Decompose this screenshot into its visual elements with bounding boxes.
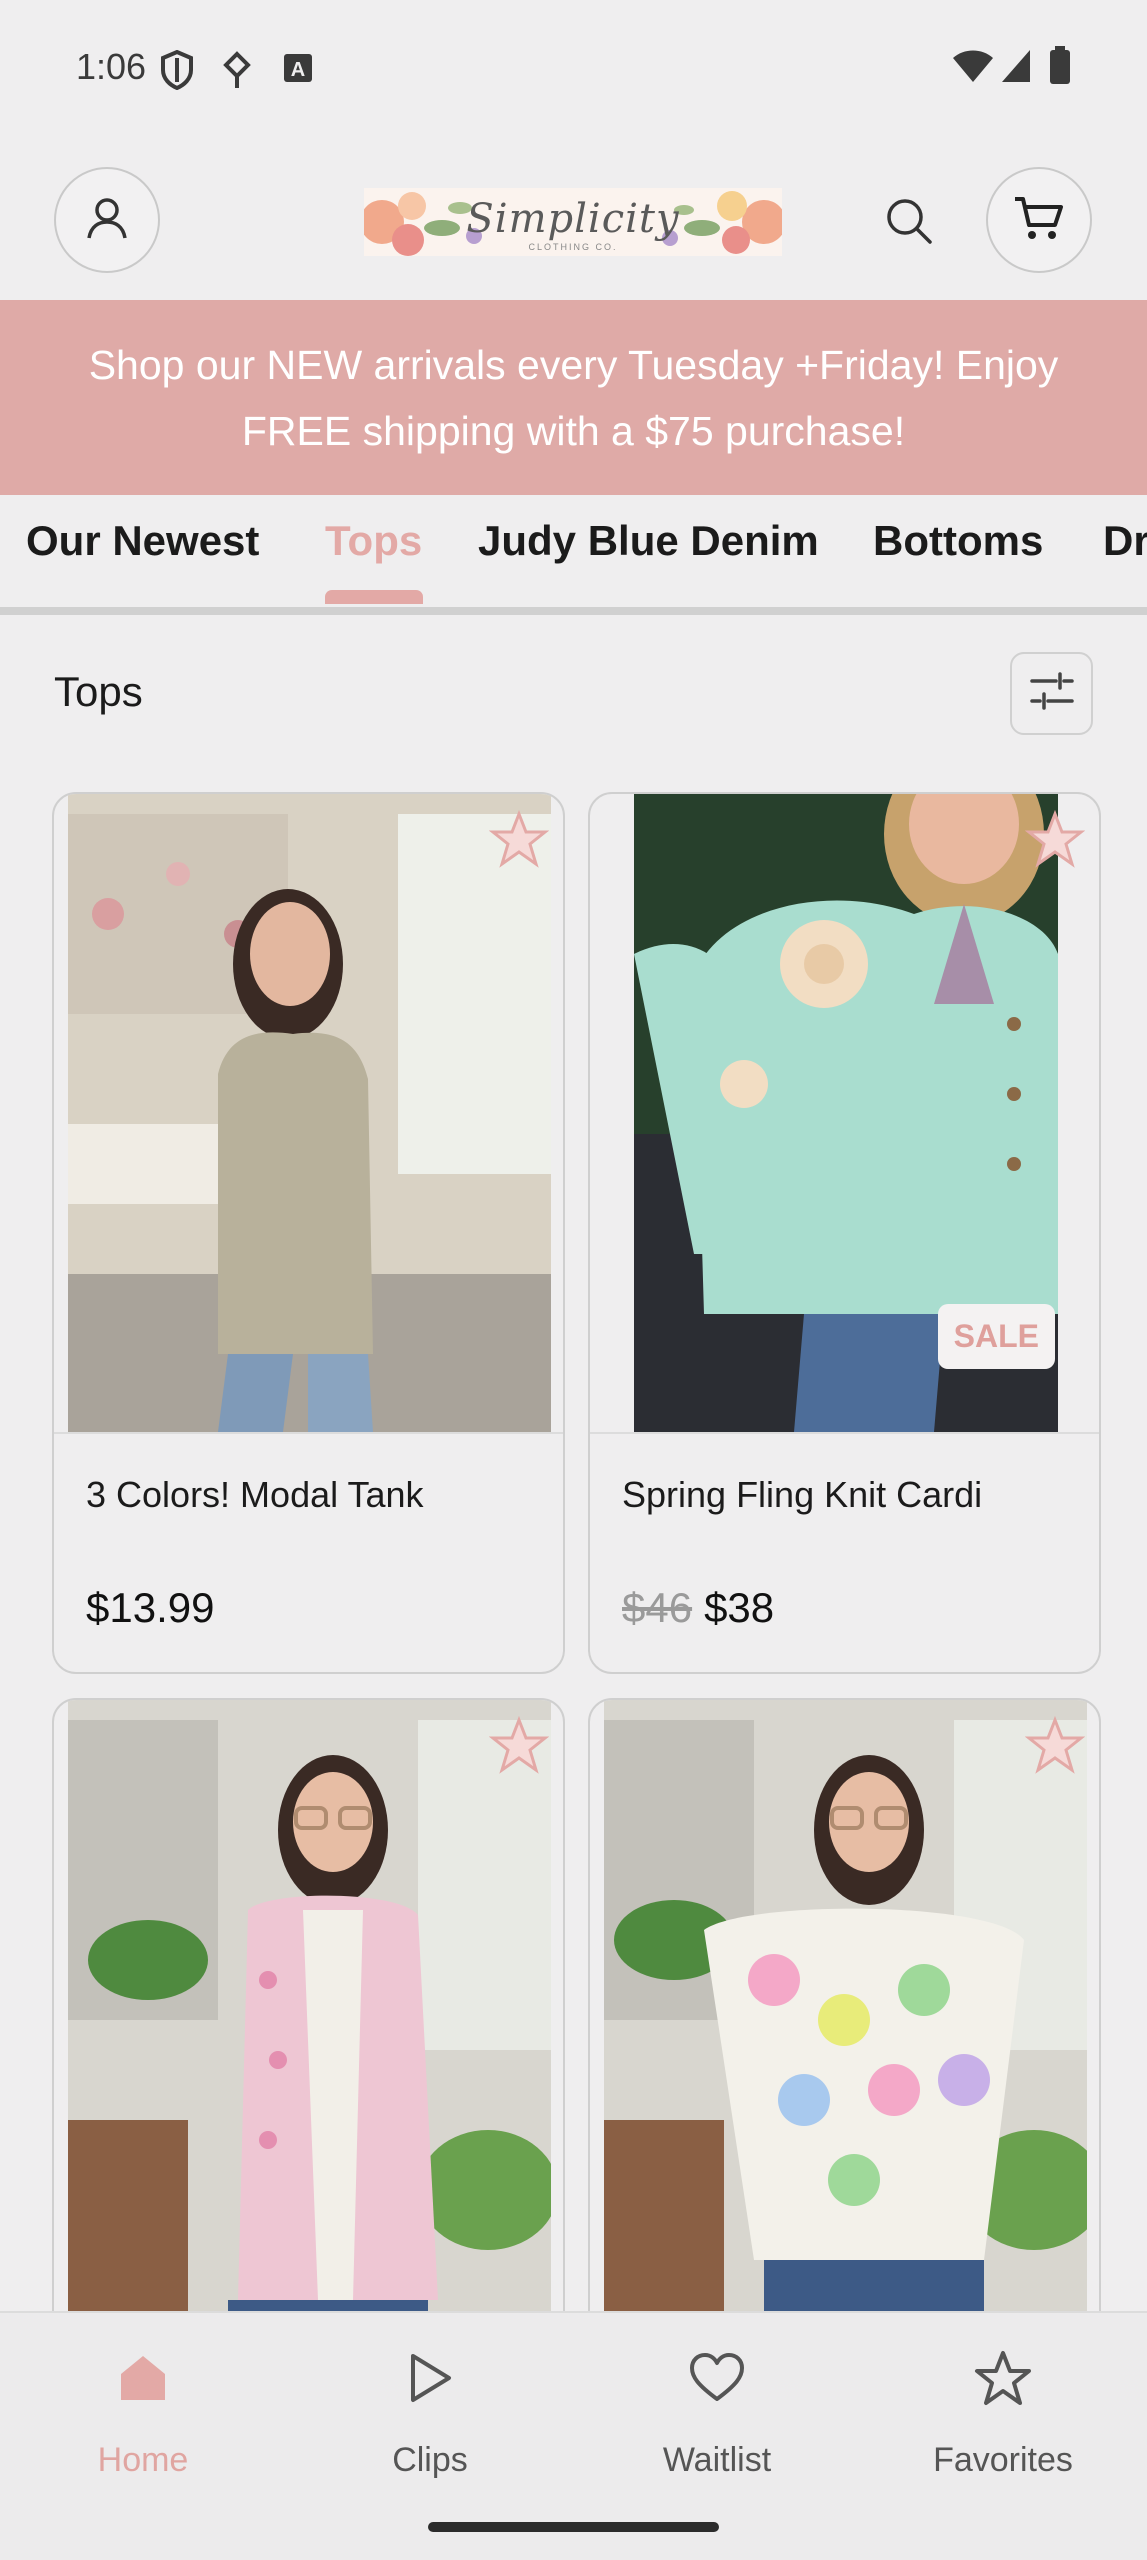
promo-banner-text: Shop our NEW arrivals every Tuesday +Fri… <box>88 341 1059 454</box>
price-original: $46 <box>622 1584 693 1631</box>
product-name: 3 Colors! Modal Tank <box>86 1474 424 1515</box>
cart-icon <box>1013 193 1065 248</box>
search-icon[interactable] <box>884 196 934 251</box>
active-tab-indicator <box>325 590 423 604</box>
nav-waitlist[interactable]: Waitlist <box>607 2343 827 2480</box>
product-card[interactable] <box>52 1698 565 2338</box>
card-divider <box>54 1432 563 1434</box>
logo-subtext: CLOTHING CO. <box>528 242 618 252</box>
account-button[interactable] <box>54 167 160 273</box>
nav-favorites-label: Favorites <box>933 2441 1073 2479</box>
category-tabs: Our Newest Tops Judy Blue Denim Bottoms … <box>0 495 1147 615</box>
product-card[interactable]: SALE Spring Fling Knit Cardi $46 $38 <box>588 792 1101 1674</box>
battery-icon <box>1048 46 1072 91</box>
home-indicator[interactable] <box>428 2522 719 2532</box>
favorite-star-icon[interactable] <box>1024 1715 1086 1776</box>
signal-icon <box>1000 48 1032 89</box>
product-image[interactable] <box>68 794 551 1432</box>
favorite-star-icon[interactable] <box>488 809 550 870</box>
heart-icon <box>607 2343 827 2413</box>
account-icon <box>83 194 131 247</box>
product-card[interactable] <box>588 1698 1101 2338</box>
tab-dresses-partial[interactable]: Dr <box>1103 517 1147 565</box>
home-icon <box>33 2343 253 2413</box>
app-header: Simplicity CLOTHING CO. <box>0 140 1147 300</box>
cart-button[interactable] <box>986 167 1092 273</box>
product-price: $46 $38 <box>622 1584 774 1632</box>
store-logo[interactable]: Simplicity CLOTHING CO. <box>364 188 782 256</box>
star-icon <box>893 2343 1113 2413</box>
favorite-star-icon[interactable] <box>1024 809 1086 870</box>
shield-icon <box>160 49 194 95</box>
price-current: $13.99 <box>86 1584 215 1631</box>
nav-favorites[interactable]: Favorites <box>893 2343 1113 2480</box>
product-card[interactable]: 3 Colors! Modal Tank $13.99 <box>52 792 565 1674</box>
play-icon <box>320 2343 540 2413</box>
nav-home[interactable]: Home <box>33 2343 253 2480</box>
status-bar: 1:06 A <box>0 0 1147 140</box>
data-saver-icon <box>222 50 252 95</box>
a-badge-icon: A <box>282 50 314 91</box>
filter-button[interactable] <box>1010 652 1093 735</box>
svg-text:A: A <box>291 59 305 81</box>
product-price: $13.99 <box>86 1584 214 1632</box>
nav-clips-label: Clips <box>392 2441 468 2479</box>
filter-sliders-icon <box>1029 671 1074 716</box>
price-current: $38 <box>704 1584 775 1631</box>
status-time: 1:06 <box>76 46 147 87</box>
promo-banner[interactable]: Shop our NEW arrivals every Tuesday +Fri… <box>0 300 1147 495</box>
tab-tops[interactable]: Tops <box>325 517 422 565</box>
logo-text: Simplicity <box>466 196 680 242</box>
nav-home-label: Home <box>97 2441 189 2479</box>
nav-waitlist-label: Waitlist <box>662 2441 772 2479</box>
sale-badge: SALE <box>937 1304 1055 1369</box>
tabs-divider <box>0 607 1147 615</box>
tab-our-newest[interactable]: Our Newest <box>26 517 259 565</box>
tab-bottoms[interactable]: Bottoms <box>873 517 1043 565</box>
product-image[interactable] <box>68 1700 551 2336</box>
card-divider <box>590 1432 1099 1434</box>
product-image[interactable] <box>604 1700 1087 2336</box>
nav-clips[interactable]: Clips <box>320 2343 540 2480</box>
favorite-star-icon[interactable] <box>488 1715 550 1776</box>
product-name: Spring Fling Knit Cardi <box>622 1474 983 1515</box>
section-title: Tops <box>54 668 143 715</box>
tab-judy-blue-denim[interactable]: Judy Blue Denim <box>478 517 819 565</box>
wifi-icon <box>952 48 994 89</box>
